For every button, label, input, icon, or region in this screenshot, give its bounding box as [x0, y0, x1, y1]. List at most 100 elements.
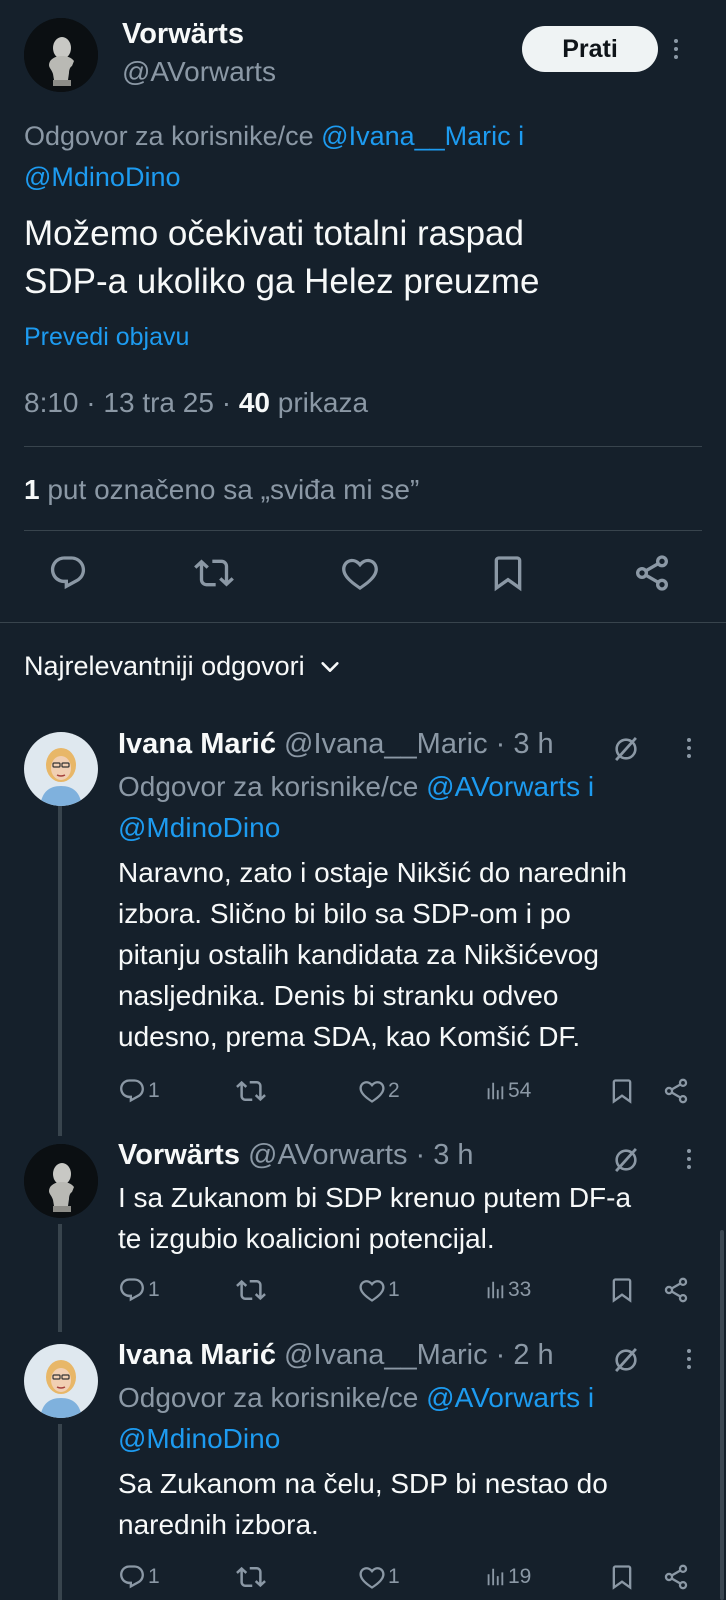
like-button[interactable]: 1 [358, 1273, 400, 1307]
bookmark-icon[interactable] [608, 1074, 636, 1108]
bookmark-icon[interactable] [608, 1273, 636, 1307]
reply-and[interactable]: i [588, 1382, 594, 1413]
avatar[interactable] [24, 732, 98, 806]
retweet-button[interactable] [236, 1560, 268, 1594]
views-label: prikaza [277, 387, 369, 418]
views-count: 54 [508, 1079, 532, 1102]
retweet-button[interactable] [236, 1273, 268, 1307]
reply-header: Ivana Marić @Ivana__Maric · 2 h [118, 1339, 554, 1371]
more-options-icon[interactable] [679, 1145, 699, 1173]
reply-button[interactable]: 1 [118, 1074, 160, 1108]
like-button[interactable]: 1 [358, 1560, 400, 1594]
share-icon[interactable] [662, 1074, 690, 1108]
reply-count: 1 [148, 1565, 160, 1588]
retweet-button[interactable] [236, 1074, 268, 1108]
mention-link[interactable]: @AVorwarts [426, 1382, 580, 1413]
reply-author-name[interactable]: Vorwärts [118, 1139, 240, 1171]
mention-link[interactable]: @AVorwarts [426, 771, 580, 802]
divider [0, 622, 726, 623]
reply-text-line: Naravno, zato i ostaje Nikšić do naredni… [118, 857, 627, 888]
avatar[interactable] [24, 1144, 98, 1218]
sort-selector[interactable]: Najrelevantniji odgovori [24, 651, 341, 682]
reply-author-name[interactable]: Ivana Marić [118, 1339, 276, 1371]
reply-count: 1 [148, 1079, 160, 1102]
reply-icon[interactable] [48, 553, 96, 601]
like-icon[interactable] [340, 553, 388, 601]
translate-link[interactable]: Prevedi objavu [24, 323, 189, 352]
reply-text-line: izbora. Slično bi bilo sa SDP-om i po [118, 898, 571, 929]
reply-text: Sa Zukanom na čelu, SDP bi nestao do nar… [118, 1463, 708, 1545]
bookmark-icon[interactable] [488, 553, 536, 601]
author-handle[interactable]: @AVorwarts [122, 56, 276, 88]
reply-author-handle[interactable]: @Ivana__Maric [284, 728, 488, 760]
likes-summary[interactable]: 1 put označeno sa „sviđa mi se” [24, 474, 419, 506]
views-count: 40 [238, 387, 270, 418]
tweet-actions [0, 553, 726, 603]
reply-actions: 1 1 33 [118, 1273, 698, 1307]
tweet-date[interactable]: 13 tra 25 [103, 387, 214, 418]
more-options-icon[interactable] [666, 35, 686, 63]
reply-time[interactable]: 3 h [433, 1139, 473, 1171]
like-count: 1 [388, 1565, 400, 1588]
grok-icon[interactable] [612, 735, 640, 763]
mention-link[interactable]: @MdinoDino [24, 162, 180, 192]
mention-link[interactable]: @Ivana__Maric [321, 121, 511, 151]
reply-time[interactable]: 3 h [513, 728, 553, 760]
reply-button[interactable]: 1 [118, 1273, 160, 1307]
tweet-text: Možemo očekivati totalni raspad SDP-a uk… [24, 210, 684, 306]
chevron-down-icon [319, 656, 341, 678]
tweet-time[interactable]: 8:10 [24, 387, 79, 418]
reply-and[interactable]: i [518, 121, 524, 151]
reply-and[interactable]: i [588, 771, 594, 802]
views-button[interactable]: 54 [484, 1074, 531, 1108]
reply-text-line: nasljednika. Denis bi stranku odveo [118, 980, 559, 1011]
reply-time[interactable]: 2 h [513, 1339, 553, 1371]
grok-icon[interactable] [612, 1346, 640, 1374]
mention-link[interactable]: @MdinoDino [118, 812, 280, 843]
replying-to: Odgovor za korisnike/ce @AVorwarts i @Md… [118, 766, 688, 848]
thread-line [58, 796, 62, 1136]
views-count: 19 [508, 1565, 532, 1588]
reply-text-line: narednih izbora. [118, 1509, 319, 1540]
views-count: 33 [508, 1278, 532, 1301]
reply-actions: 1 1 19 [118, 1560, 698, 1594]
like-button[interactable]: 2 [358, 1074, 400, 1108]
author-name[interactable]: Vorwärts [122, 18, 244, 51]
scrollbar[interactable] [720, 1230, 724, 1600]
reply-prefix: Odgovor za korisnike/ce [118, 771, 419, 802]
follow-button[interactable]: Prati [522, 26, 658, 72]
thread-line [58, 1424, 62, 1600]
retweet-icon[interactable] [194, 553, 242, 601]
thread-line [58, 1224, 62, 1332]
avatar[interactable] [24, 1344, 98, 1418]
reply-button[interactable]: 1 [118, 1560, 160, 1594]
divider [24, 446, 702, 447]
share-icon[interactable] [662, 1273, 690, 1307]
reply-author-name[interactable]: Ivana Marić [118, 728, 276, 760]
reply-text-line: Sa Zukanom na čelu, SDP bi nestao do [118, 1468, 608, 1499]
replying-to: Odgovor za korisnike/ce @AVorwarts i @Md… [118, 1377, 688, 1459]
reply-text-line: udesno, prema SDA, kao Komšić DF. [118, 1021, 581, 1052]
mention-link[interactable]: @MdinoDino [118, 1423, 280, 1454]
replying-to: Odgovor za korisnike/ce @Ivana__Maric i … [24, 116, 664, 198]
bookmark-icon[interactable] [608, 1560, 636, 1594]
views-button[interactable]: 19 [484, 1560, 531, 1594]
reply-text-line: te izgubio koalicioni potencijal. [118, 1223, 495, 1254]
more-options-icon[interactable] [679, 734, 699, 762]
reply-header: Vorwärts @AVorwarts · 3 h [118, 1139, 474, 1171]
reply-author-handle[interactable]: @Ivana__Maric [284, 1339, 488, 1371]
reply-text-line: pitanju ostalih kandidata za Nikšićevog [118, 939, 599, 970]
share-icon[interactable] [662, 1560, 690, 1594]
like-count: 1 [388, 1278, 400, 1301]
reply-author-handle[interactable]: @AVorwarts [248, 1139, 407, 1171]
tweet-text-line: SDP-a ukoliko ga Helez preuzme [24, 262, 540, 301]
divider [24, 530, 702, 531]
grok-icon[interactable] [612, 1146, 640, 1174]
share-icon[interactable] [632, 553, 680, 601]
tweet-meta: 8:10 · 13 tra 25 · 40 prikaza [24, 387, 369, 418]
views-button[interactable]: 33 [484, 1273, 531, 1307]
avatar[interactable] [24, 18, 98, 92]
reply-text: I sa Zukanom bi SDP krenuo putem DF-a te… [118, 1177, 708, 1259]
more-options-icon[interactable] [679, 1345, 699, 1373]
reply-text: Naravno, zato i ostaje Nikšić do naredni… [118, 852, 708, 1057]
